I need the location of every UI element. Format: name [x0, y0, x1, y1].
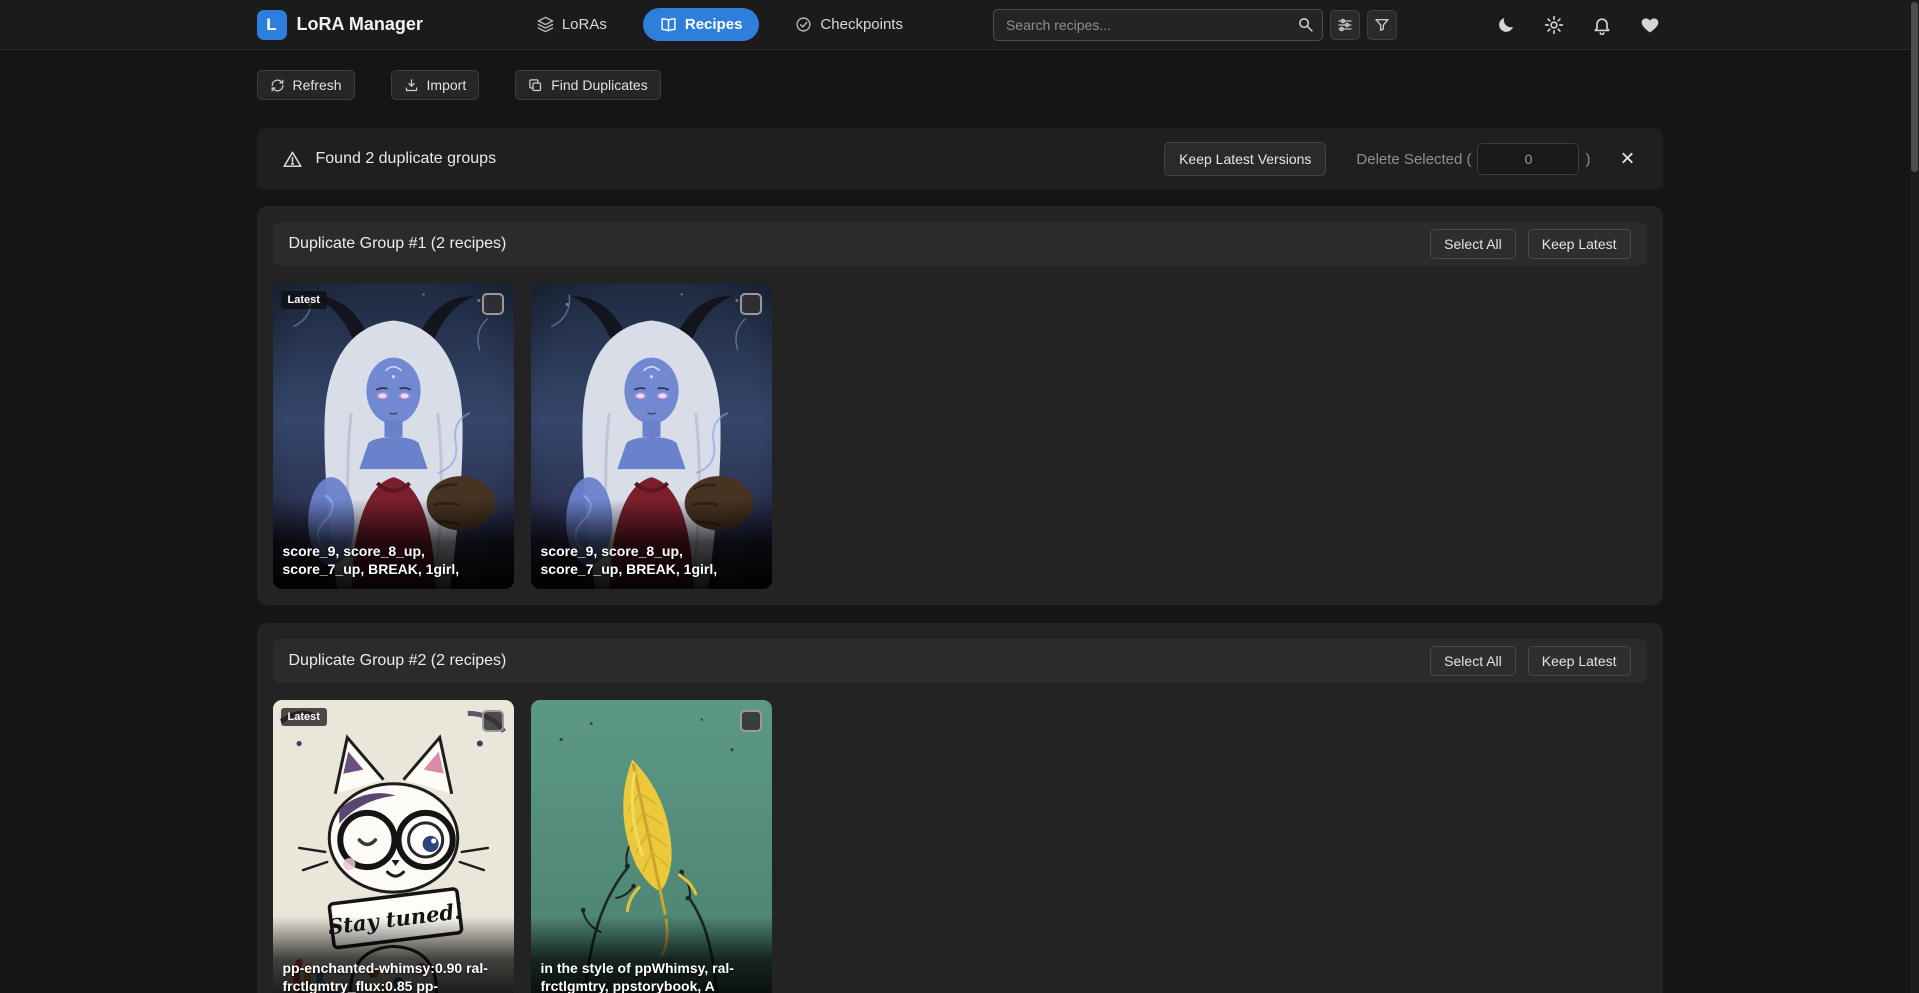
scrollbar-track[interactable]: [1910, 0, 1919, 993]
recipe-card[interactable]: in the style of ppWhimsy, ral-frctlgmtry…: [531, 700, 772, 993]
card-checkbox[interactable]: [740, 710, 762, 732]
group-2-select-all-button[interactable]: Select All: [1430, 646, 1516, 676]
recipe-card[interactable]: score_9, score_8_up, score_7_up, BREAK, …: [531, 283, 772, 589]
close-icon: ×: [1620, 145, 1634, 172]
group-1-title: Duplicate Group #1 (2 recipes): [289, 235, 507, 253]
search-icon[interactable]: [1297, 16, 1314, 33]
latest-badge: Latest: [281, 291, 327, 309]
app-logo-icon: L: [257, 10, 287, 40]
duplicates-banner: Found 2 duplicate groups Keep Latest Ver…: [257, 128, 1663, 190]
import-label: Import: [427, 77, 467, 93]
banner-message: Found 2 duplicate groups: [316, 150, 497, 168]
tab-loras-label: LoRAs: [562, 16, 607, 33]
duplicate-group-1-panel: Duplicate Group #1 (2 recipes) Select Al…: [257, 206, 1663, 605]
sliders-icon: [1337, 17, 1353, 33]
banner-close-button[interactable]: ×: [1618, 147, 1636, 171]
gear-icon: [1544, 15, 1564, 35]
warning-icon: [283, 150, 302, 169]
delete-selected-group: Delete Selected ( ): [1356, 143, 1590, 175]
card-caption: in the style of ppWhimsy, ral-frctlgmtry…: [531, 916, 772, 993]
tab-recipes-label: Recipes: [685, 16, 743, 33]
import-icon: [404, 78, 419, 93]
card-caption-text: pp-enchanted-whimsy:0.90 ral-frctlgmtry_…: [283, 960, 504, 993]
notifications-button[interactable]: [1589, 12, 1615, 38]
group-1-cards: Latest score_9, score_8_up, score_7_up, …: [273, 283, 1647, 589]
search-group: [993, 9, 1397, 41]
recipes-toolbar: Refresh Import Find Duplicates: [257, 70, 1663, 100]
keep-latest-versions-button[interactable]: Keep Latest Versions: [1164, 142, 1326, 176]
refresh-button[interactable]: Refresh: [257, 70, 355, 100]
navbar: L LoRA Manager LoRAs Recipes Checkpoi: [0, 0, 1919, 50]
funnel-icon: [1374, 17, 1390, 33]
book-icon: [660, 16, 677, 33]
options-button[interactable]: [1330, 10, 1360, 40]
tab-checkpoints[interactable]: Checkpoints: [793, 10, 905, 39]
bell-icon: [1592, 15, 1612, 35]
check-circle-icon: [795, 16, 812, 33]
tab-checkpoints-label: Checkpoints: [820, 16, 903, 33]
layers-icon: [537, 16, 554, 33]
card-checkbox[interactable]: [482, 293, 504, 315]
import-button[interactable]: Import: [391, 70, 480, 100]
filter-button[interactable]: [1367, 10, 1397, 40]
delete-selected-suffix: ): [1585, 151, 1590, 168]
recipe-card[interactable]: Latest score_9, score_8_up, score_7_up, …: [273, 283, 514, 589]
search-input[interactable]: [993, 9, 1323, 41]
search-box: [993, 9, 1323, 41]
refresh-icon: [270, 78, 285, 93]
group-1-keep-latest-button[interactable]: Keep Latest: [1528, 229, 1631, 259]
favorites-button[interactable]: [1637, 12, 1663, 38]
delete-count-input[interactable]: [1477, 143, 1579, 175]
duplicate-group-2-panel: Duplicate Group #2 (2 recipes) Select Al…: [257, 623, 1663, 993]
navbar-actions: [1493, 12, 1663, 38]
tab-recipes[interactable]: Recipes: [643, 8, 760, 41]
refresh-label: Refresh: [293, 77, 342, 93]
group-2-header: Duplicate Group #2 (2 recipes) Select Al…: [273, 639, 1647, 683]
card-caption-text: in the style of ppWhimsy, ral-frctlgmtry…: [541, 960, 762, 993]
brand: L LoRA Manager: [257, 10, 423, 40]
group-2-cards: Stay tuned! Latest pp-enchanted-whimsy:0…: [273, 700, 1647, 993]
tab-loras[interactable]: LoRAs: [535, 10, 609, 39]
card-caption: pp-enchanted-whimsy:0.90 ral-frctlgmtry_…: [273, 916, 514, 993]
group-1-select-all-button[interactable]: Select All: [1430, 229, 1516, 259]
card-checkbox[interactable]: [482, 710, 504, 732]
latest-badge: Latest: [281, 708, 327, 726]
settings-button[interactable]: [1541, 12, 1567, 38]
card-caption: score_9, score_8_up, score_7_up, BREAK, …: [273, 499, 514, 589]
duplicates-icon: [528, 78, 543, 93]
moon-icon: [1496, 15, 1516, 35]
group-2-title: Duplicate Group #2 (2 recipes): [289, 652, 507, 670]
card-caption-text: score_9, score_8_up, score_7_up, BREAK, …: [541, 543, 762, 578]
find-duplicates-label: Find Duplicates: [551, 77, 648, 93]
find-duplicates-button[interactable]: Find Duplicates: [515, 70, 661, 100]
recipe-card[interactable]: Stay tuned! Latest pp-enchanted-whimsy:0…: [273, 700, 514, 993]
group-1-header: Duplicate Group #1 (2 recipes) Select Al…: [273, 222, 1647, 266]
heart-icon: [1640, 15, 1660, 35]
card-checkbox[interactable]: [740, 293, 762, 315]
group-2-keep-latest-button[interactable]: Keep Latest: [1528, 646, 1631, 676]
scrollbar-thumb[interactable]: [1911, 2, 1918, 172]
card-caption-text: score_9, score_8_up, score_7_up, BREAK, …: [283, 543, 504, 578]
card-caption: score_9, score_8_up, score_7_up, BREAK, …: [531, 499, 772, 589]
theme-toggle-button[interactable]: [1493, 12, 1519, 38]
delete-selected-prefix: Delete Selected (: [1356, 151, 1471, 168]
app-title: LoRA Manager: [297, 14, 423, 35]
main-nav-tabs: LoRAs Recipes Checkpoints: [535, 8, 905, 41]
